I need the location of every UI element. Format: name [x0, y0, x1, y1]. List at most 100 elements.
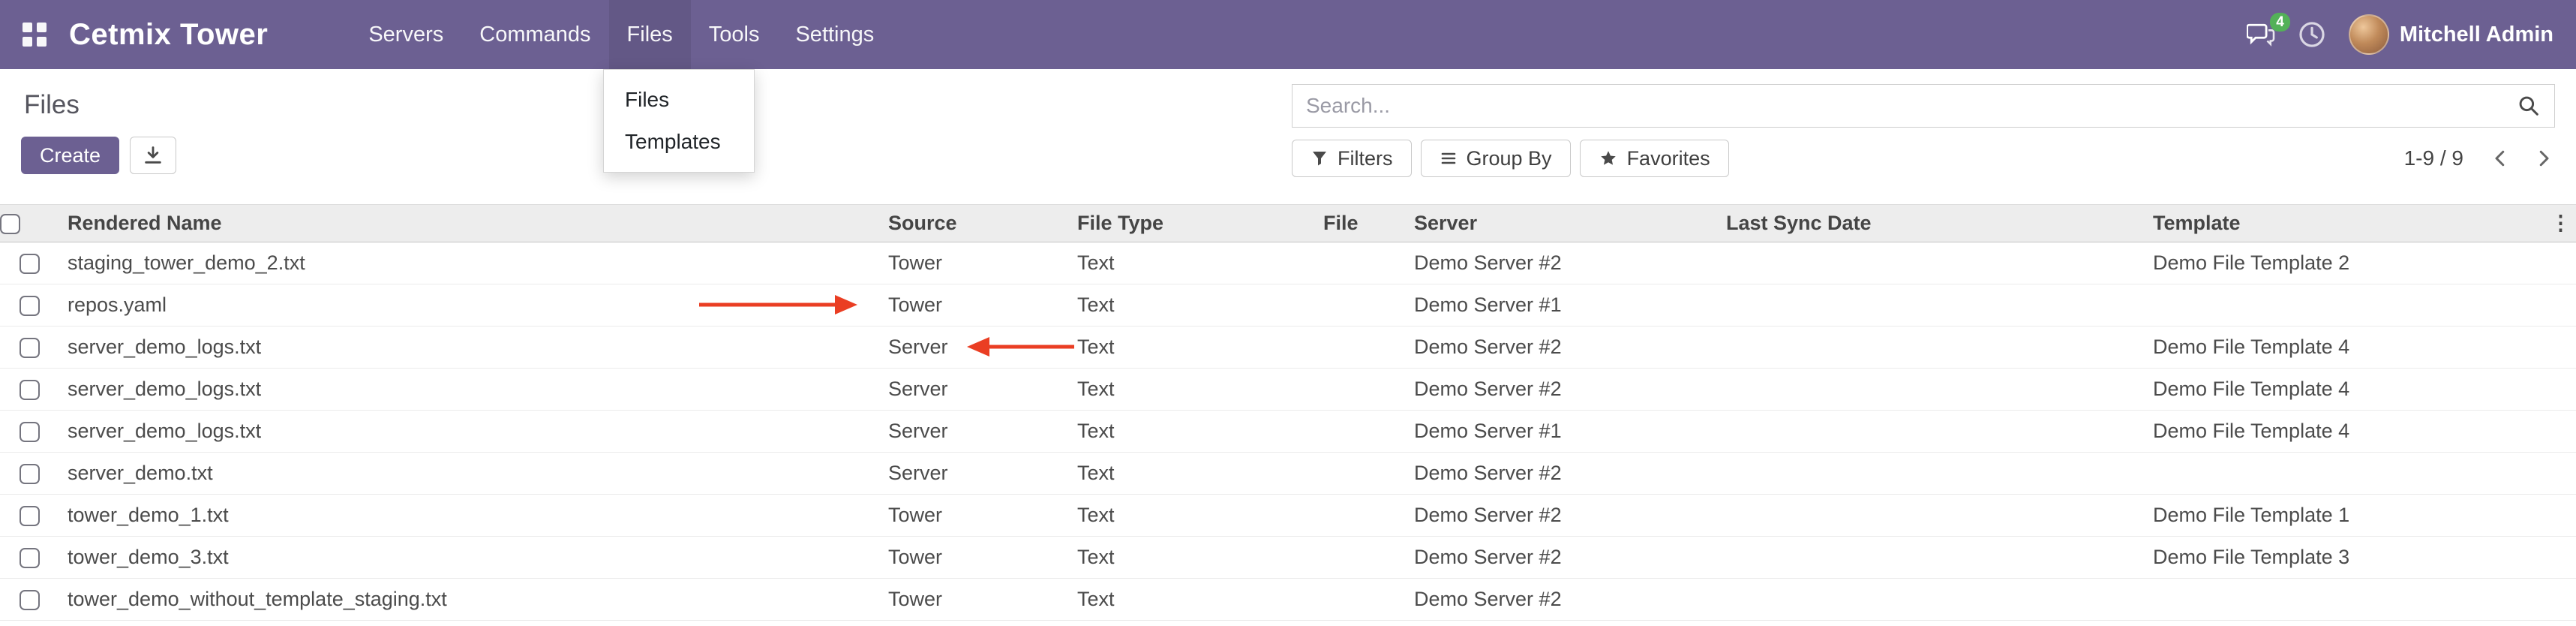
row-select-cell — [0, 411, 59, 453]
cell-source: Server — [879, 369, 1068, 411]
cell-file_type: Text — [1068, 453, 1314, 495]
row-spacer-cell — [2550, 495, 2576, 537]
row-checkbox[interactable] — [20, 464, 40, 484]
search-input[interactable] — [1306, 94, 2517, 118]
group-by-button[interactable]: Group By — [1421, 140, 1571, 177]
cell-file — [1314, 327, 1405, 369]
table-row[interactable]: server_demo_logs.txtServerTextDemo Serve… — [0, 411, 2576, 453]
filters-button[interactable]: Filters — [1292, 140, 1412, 177]
app-brand[interactable]: Cetmix Tower — [69, 18, 268, 52]
cell-last_sync_date — [1717, 284, 2144, 327]
row-checkbox[interactable] — [20, 254, 40, 274]
select-all-checkbox[interactable] — [0, 214, 20, 234]
cell-file — [1314, 284, 1405, 327]
table-row[interactable]: server_demo_logs.txtServerTextDemo Serve… — [0, 327, 2576, 369]
pager-next-icon[interactable] — [2532, 147, 2555, 170]
messages-icon[interactable]: 4 — [2247, 22, 2275, 47]
row-checkbox[interactable] — [20, 548, 40, 568]
row-checkbox[interactable] — [20, 338, 40, 358]
clock-icon — [2298, 20, 2326, 49]
cell-file_type: Text — [1068, 495, 1314, 537]
table-row[interactable]: staging_tower_demo_2.txtTowerTextDemo Se… — [0, 242, 2576, 284]
column-header-template[interactable]: Template — [2144, 205, 2550, 242]
search-bar — [1292, 84, 2555, 128]
row-checkbox[interactable] — [20, 422, 40, 442]
cell-file_type: Text — [1068, 327, 1314, 369]
cell-file_type: Text — [1068, 411, 1314, 453]
search-options: Filters Group By Favorites — [1292, 140, 1729, 177]
row-spacer-cell — [2550, 411, 2576, 453]
cell-server: Demo Server #2 — [1405, 495, 1717, 537]
column-header-file_type[interactable]: File Type — [1068, 205, 1314, 242]
cell-rendered_name: repos.yaml — [59, 284, 879, 327]
cell-server: Demo Server #2 — [1405, 242, 1717, 284]
cell-file_type: Text — [1068, 579, 1314, 621]
cell-file_type: Text — [1068, 242, 1314, 284]
user-menu[interactable]: Mitchell Admin — [2349, 14, 2553, 55]
create-button[interactable]: Create — [21, 137, 119, 174]
activities-icon[interactable] — [2298, 20, 2326, 49]
download-icon — [143, 145, 164, 166]
pager: 1-9 / 9 — [2404, 146, 2555, 170]
row-checkbox[interactable] — [20, 380, 40, 400]
cell-source: Tower — [879, 495, 1068, 537]
cell-server: Demo Server #2 — [1405, 579, 1717, 621]
cell-rendered_name: server_demo_logs.txt — [59, 411, 879, 453]
column-header-file[interactable]: File — [1314, 205, 1405, 242]
cell-last_sync_date — [1717, 495, 2144, 537]
cell-source: Server — [879, 453, 1068, 495]
row-select-cell — [0, 537, 59, 579]
column-header-last_sync_date[interactable]: Last Sync Date — [1717, 205, 2144, 242]
menu-settings[interactable]: Settings — [777, 0, 892, 69]
cell-source: Tower — [879, 242, 1068, 284]
menu-tools[interactable]: Tools — [691, 0, 778, 69]
row-select-cell — [0, 579, 59, 621]
search-icon[interactable] — [2517, 94, 2541, 118]
table-row[interactable]: tower_demo_3.txtTowerTextDemo Server #2D… — [0, 537, 2576, 579]
column-options-header[interactable]: ⋮ — [2550, 205, 2576, 242]
apps-grid-icon[interactable] — [23, 23, 47, 47]
cell-template: Demo File Template 3 — [2144, 537, 2550, 579]
navbar-right: 4 Mitchell Admin — [2247, 14, 2553, 55]
cell-rendered_name: tower_demo_without_template_staging.txt — [59, 579, 879, 621]
table-row[interactable]: server_demo_logs.txtServerTextDemo Serve… — [0, 369, 2576, 411]
cell-source: Tower — [879, 537, 1068, 579]
menu-commands[interactable]: Commands — [461, 0, 608, 69]
menu-files[interactable]: Files — [609, 0, 691, 69]
column-header-source[interactable]: Source — [879, 205, 1068, 242]
cell-server: Demo Server #1 — [1405, 411, 1717, 453]
dropdown-item-templates[interactable]: Templates — [604, 121, 754, 163]
row-spacer-cell — [2550, 453, 2576, 495]
cell-template — [2144, 284, 2550, 327]
cell-template — [2144, 579, 2550, 621]
cell-template — [2144, 453, 2550, 495]
user-name: Mitchell Admin — [2400, 23, 2553, 47]
column-header-rendered_name[interactable]: Rendered Name — [59, 205, 879, 242]
row-checkbox[interactable] — [20, 506, 40, 526]
cell-file — [1314, 411, 1405, 453]
row-checkbox[interactable] — [20, 590, 40, 610]
top-navbar: Cetmix Tower Servers Commands Files Tool… — [0, 0, 2576, 69]
table-row[interactable]: server_demo.txtServerTextDemo Server #2 — [0, 453, 2576, 495]
bars-icon — [1440, 149, 1458, 167]
control-panel: Files Create — [0, 69, 2576, 204]
pager-previous-icon[interactable] — [2489, 147, 2511, 170]
export-button[interactable] — [130, 137, 176, 174]
dropdown-item-files[interactable]: Files — [604, 79, 754, 121]
cell-server: Demo Server #2 — [1405, 369, 1717, 411]
menu-servers[interactable]: Servers — [350, 0, 461, 69]
files-menu-dropdown: Files Templates — [603, 69, 755, 173]
table-row[interactable]: repos.yamlTowerTextDemo Server #1 — [0, 284, 2576, 327]
cell-template: Demo File Template 4 — [2144, 369, 2550, 411]
cell-last_sync_date — [1717, 579, 2144, 621]
cell-file — [1314, 453, 1405, 495]
table-row[interactable]: tower_demo_without_template_staging.txt T… — [0, 579, 2576, 621]
row-checkbox[interactable] — [20, 296, 40, 316]
table-row[interactable]: tower_demo_1.txtTowerTextDemo Server #2D… — [0, 495, 2576, 537]
table-header-row: Rendered NameSourceFile TypeFileServerLa… — [0, 205, 2576, 242]
favorites-button[interactable]: Favorites — [1580, 140, 1729, 177]
cell-file_type: Text — [1068, 369, 1314, 411]
cell-last_sync_date — [1717, 242, 2144, 284]
cell-server: Demo Server #2 — [1405, 327, 1717, 369]
column-header-server[interactable]: Server — [1405, 205, 1717, 242]
